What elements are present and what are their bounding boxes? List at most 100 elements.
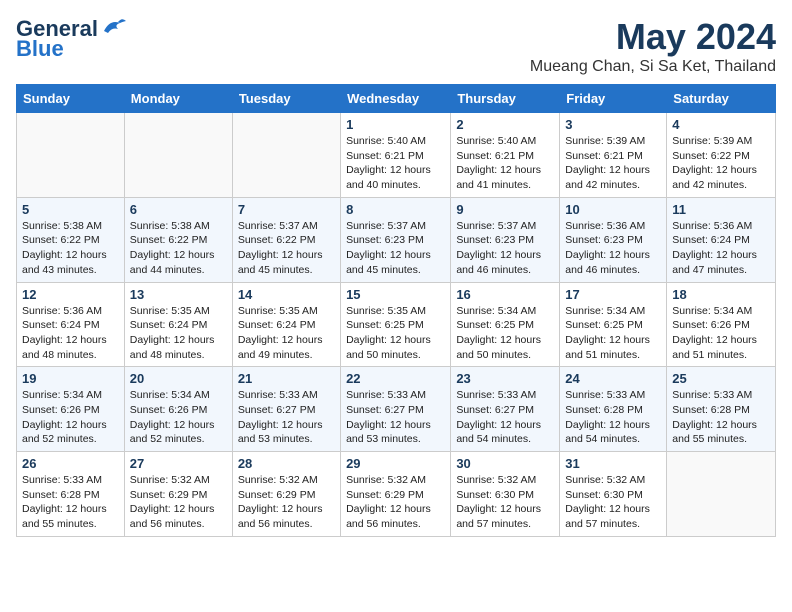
weekday-header: Monday xyxy=(124,85,232,113)
calendar-cell: 3Sunrise: 5:39 AM Sunset: 6:21 PM Daylig… xyxy=(560,113,667,198)
calendar-cell: 24Sunrise: 5:33 AM Sunset: 6:28 PM Dayli… xyxy=(560,367,667,452)
day-info: Sunrise: 5:32 AM Sunset: 6:29 PM Dayligh… xyxy=(346,473,445,532)
calendar-cell: 10 Sunrise: 5:36 AM Sunset: 6:23 PM Dayli… xyxy=(560,197,667,282)
day-number: 28 xyxy=(238,456,335,471)
day-number: 20 xyxy=(130,371,227,386)
day-info: Sunrise: 5:37 AM Sunset: 6:23 PM Dayligh… xyxy=(346,219,445,278)
day-number: 23 xyxy=(456,371,554,386)
weekday-header: Tuesday xyxy=(232,85,340,113)
calendar-cell: 22 Sunrise: 5:33 AM Sunset: 6:27 PM Dayli… xyxy=(341,367,451,452)
calendar-cell xyxy=(124,113,232,198)
day-info: Sunrise: 5:37 AM Sunset: 6:22 PM Dayligh… xyxy=(238,219,335,278)
day-number: 1 xyxy=(346,117,445,132)
day-number: 27 xyxy=(130,456,227,471)
calendar-cell: 16Sunrise: 5:34 AM Sunset: 6:25 PM Dayli… xyxy=(451,282,560,367)
calendar-week-row: 26Sunrise: 5:33 AM Sunset: 6:28 PM Dayli… xyxy=(17,452,776,537)
day-info: Sunrise: 5:36 AM Sunset: 6:24 PM Dayligh… xyxy=(672,219,770,278)
calendar-week-row: 1 Sunrise: 5:40 AM Sunset: 6:21 PM Daylig… xyxy=(17,113,776,198)
day-info: Sunrise: 5:33 AM Sunset: 6:27 PM Dayligh… xyxy=(346,388,445,447)
day-number: 4 xyxy=(672,117,770,132)
calendar-cell: 9Sunrise: 5:37 AM Sunset: 6:23 PM Daylig… xyxy=(451,197,560,282)
day-number: 25 xyxy=(672,371,770,386)
logo: General Blue xyxy=(16,16,128,62)
subtitle: Mueang Chan, Si Sa Ket, Thailand xyxy=(530,58,776,76)
title-block: May 2024 Mueang Chan, Si Sa Ket, Thailan… xyxy=(530,16,776,76)
page-header: General Blue May 2024 Mueang Chan, Si Sa… xyxy=(16,16,776,76)
day-info: Sunrise: 5:40 AM Sunset: 6:21 PM Dayligh… xyxy=(456,134,554,193)
calendar-cell: 29 Sunrise: 5:32 AM Sunset: 6:29 PM Dayli… xyxy=(341,452,451,537)
calendar-cell: 12Sunrise: 5:36 AM Sunset: 6:24 PM Dayli… xyxy=(17,282,125,367)
calendar-header: SundayMondayTuesdayWednesdayThursdayFrid… xyxy=(17,85,776,113)
calendar-table: SundayMondayTuesdayWednesdayThursdayFrid… xyxy=(16,84,776,537)
calendar-cell: 7 Sunrise: 5:37 AM Sunset: 6:22 PM Daylig… xyxy=(232,197,340,282)
calendar-cell: 30 Sunrise: 5:32 AM Sunset: 6:30 PM Dayli… xyxy=(451,452,560,537)
calendar-cell: 1 Sunrise: 5:40 AM Sunset: 6:21 PM Daylig… xyxy=(341,113,451,198)
day-number: 18 xyxy=(672,287,770,302)
calendar-week-row: 19 Sunrise: 5:34 AM Sunset: 6:26 PM Dayli… xyxy=(17,367,776,452)
day-number: 13 xyxy=(130,287,227,302)
day-info: Sunrise: 5:32 AM Sunset: 6:30 PM Dayligh… xyxy=(565,473,661,532)
day-number: 15 xyxy=(346,287,445,302)
day-info: Sunrise: 5:32 AM Sunset: 6:29 PM Dayligh… xyxy=(238,473,335,532)
day-info: Sunrise: 5:33 AM Sunset: 6:28 PM Dayligh… xyxy=(672,388,770,447)
weekday-header: Wednesday xyxy=(341,85,451,113)
day-number: 22 xyxy=(346,371,445,386)
day-info: Sunrise: 5:39 AM Sunset: 6:22 PM Dayligh… xyxy=(672,134,770,193)
day-number: 7 xyxy=(238,202,335,217)
day-number: 6 xyxy=(130,202,227,217)
day-number: 30 xyxy=(456,456,554,471)
logo-blue: Blue xyxy=(16,36,64,62)
calendar-cell: 14Sunrise: 5:35 AM Sunset: 6:24 PM Dayli… xyxy=(232,282,340,367)
day-number: 8 xyxy=(346,202,445,217)
calendar-cell: 27 Sunrise: 5:32 AM Sunset: 6:29 PM Dayli… xyxy=(124,452,232,537)
main-title: May 2024 xyxy=(530,16,776,58)
calendar-cell: 6Sunrise: 5:38 AM Sunset: 6:22 PM Daylig… xyxy=(124,197,232,282)
day-info: Sunrise: 5:40 AM Sunset: 6:21 PM Dayligh… xyxy=(346,134,445,193)
weekday-header: Sunday xyxy=(17,85,125,113)
day-number: 19 xyxy=(22,371,119,386)
calendar-cell: 4 Sunrise: 5:39 AM Sunset: 6:22 PM Daylig… xyxy=(667,113,776,198)
day-info: Sunrise: 5:34 AM Sunset: 6:26 PM Dayligh… xyxy=(22,388,119,447)
calendar-cell xyxy=(232,113,340,198)
calendar-cell: 28 Sunrise: 5:32 AM Sunset: 6:29 PM Dayli… xyxy=(232,452,340,537)
calendar-cell: 13 Sunrise: 5:35 AM Sunset: 6:24 PM Dayli… xyxy=(124,282,232,367)
calendar-cell: 19 Sunrise: 5:34 AM Sunset: 6:26 PM Dayli… xyxy=(17,367,125,452)
calendar-cell xyxy=(17,113,125,198)
day-number: 31 xyxy=(565,456,661,471)
day-number: 3 xyxy=(565,117,661,132)
calendar-week-row: 12Sunrise: 5:36 AM Sunset: 6:24 PM Dayli… xyxy=(17,282,776,367)
day-info: Sunrise: 5:35 AM Sunset: 6:24 PM Dayligh… xyxy=(130,304,227,363)
day-number: 21 xyxy=(238,371,335,386)
calendar-cell: 23 Sunrise: 5:33 AM Sunset: 6:27 PM Dayli… xyxy=(451,367,560,452)
day-number: 2 xyxy=(456,117,554,132)
day-number: 10 xyxy=(565,202,661,217)
calendar-cell: 17 Sunrise: 5:34 AM Sunset: 6:25 PM Dayli… xyxy=(560,282,667,367)
calendar-week-row: 5Sunrise: 5:38 AM Sunset: 6:22 PM Daylig… xyxy=(17,197,776,282)
calendar-cell: 8 Sunrise: 5:37 AM Sunset: 6:23 PM Daylig… xyxy=(341,197,451,282)
day-info: Sunrise: 5:34 AM Sunset: 6:25 PM Dayligh… xyxy=(456,304,554,363)
day-info: Sunrise: 5:35 AM Sunset: 6:24 PM Dayligh… xyxy=(238,304,335,363)
day-info: Sunrise: 5:35 AM Sunset: 6:25 PM Dayligh… xyxy=(346,304,445,363)
calendar-cell: 2 Sunrise: 5:40 AM Sunset: 6:21 PM Daylig… xyxy=(451,113,560,198)
day-info: Sunrise: 5:34 AM Sunset: 6:26 PM Dayligh… xyxy=(130,388,227,447)
day-number: 11 xyxy=(672,202,770,217)
day-number: 26 xyxy=(22,456,119,471)
day-number: 17 xyxy=(565,287,661,302)
day-info: Sunrise: 5:32 AM Sunset: 6:30 PM Dayligh… xyxy=(456,473,554,532)
calendar-cell: 18Sunrise: 5:34 AM Sunset: 6:26 PM Dayli… xyxy=(667,282,776,367)
calendar-cell: 20 Sunrise: 5:34 AM Sunset: 6:26 PM Dayli… xyxy=(124,367,232,452)
day-info: Sunrise: 5:32 AM Sunset: 6:29 PM Dayligh… xyxy=(130,473,227,532)
day-number: 24 xyxy=(565,371,661,386)
day-info: Sunrise: 5:36 AM Sunset: 6:23 PM Dayligh… xyxy=(565,219,661,278)
day-info: Sunrise: 5:36 AM Sunset: 6:24 PM Dayligh… xyxy=(22,304,119,363)
day-number: 9 xyxy=(456,202,554,217)
calendar-cell: 5Sunrise: 5:38 AM Sunset: 6:22 PM Daylig… xyxy=(17,197,125,282)
calendar-cell: 26Sunrise: 5:33 AM Sunset: 6:28 PM Dayli… xyxy=(17,452,125,537)
day-number: 5 xyxy=(22,202,119,217)
day-number: 29 xyxy=(346,456,445,471)
logo-bird-icon xyxy=(100,17,128,37)
header-row: SundayMondayTuesdayWednesdayThursdayFrid… xyxy=(17,85,776,113)
weekday-header: Saturday xyxy=(667,85,776,113)
day-info: Sunrise: 5:34 AM Sunset: 6:25 PM Dayligh… xyxy=(565,304,661,363)
day-info: Sunrise: 5:33 AM Sunset: 6:27 PM Dayligh… xyxy=(456,388,554,447)
